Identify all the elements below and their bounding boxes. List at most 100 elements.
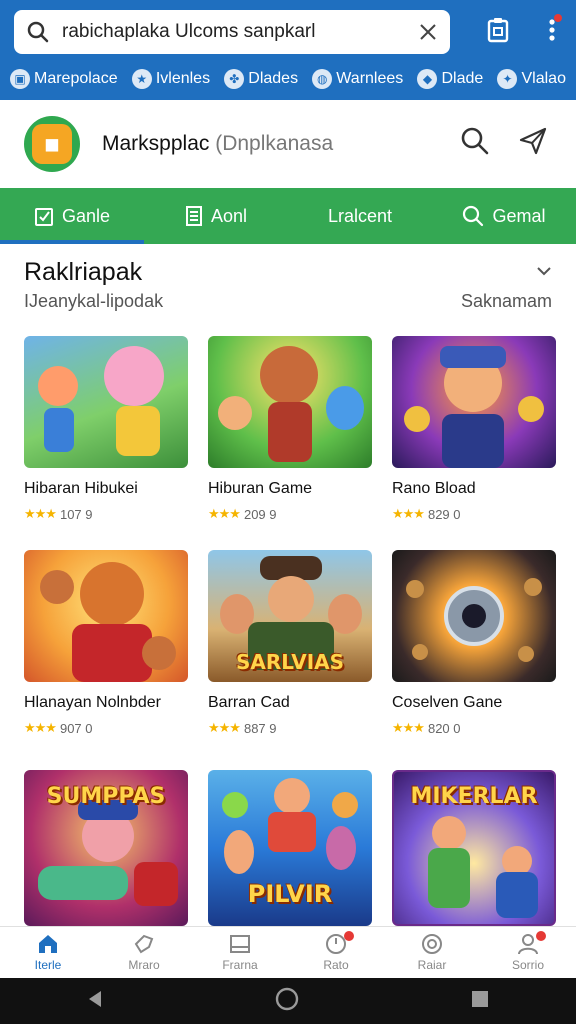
system-navigation-bar: [0, 978, 576, 1024]
search-input[interactable]: rabichaplaka Ulcoms sanpkarl: [62, 21, 406, 43]
tab-bar: Ganle Aonl Lralcent Gemal: [0, 188, 576, 244]
top-bar: rabichaplaka Ulcoms sanpkarl ▣ Marepolace…: [0, 0, 576, 100]
app-header: ◼ Markspplac (Dnplkanasa: [0, 100, 576, 188]
notification-dot: [554, 14, 562, 22]
recents-button[interactable]: [470, 989, 490, 1014]
app-screen: rabichaplaka Ulcoms sanpkarl ▣ Marepolace…: [0, 0, 576, 1024]
game-card[interactable]: Coselven Gane ★★★ 820 0: [392, 550, 556, 736]
bottom-navigation: Iterle Mraro Frarna Rato Raiar Sorrio: [0, 926, 576, 978]
nav-rato[interactable]: Rato: [288, 927, 384, 978]
game-title: Hlanayan Nolnbder: [24, 694, 161, 711]
game-rating: ★★★ 107 9: [24, 506, 93, 522]
search-icon: [461, 127, 489, 155]
game-card[interactable]: Hibaran Hibukei ★★★ 107 9: [24, 336, 188, 522]
search-bar[interactable]: rabichaplaka Ulcoms sanpkarl: [14, 10, 450, 54]
clipboard-button[interactable]: [484, 14, 512, 46]
tab-aonl[interactable]: Aonl: [144, 188, 288, 244]
game-banner-text: SUMPPAS: [46, 784, 166, 809]
home-button[interactable]: [275, 987, 299, 1016]
game-thumbnail: [392, 336, 556, 468]
circle-home-icon: [275, 987, 299, 1010]
category-item[interactable]: ✤ Dlades: [224, 69, 298, 89]
section-title: Raklriapak: [24, 258, 143, 286]
game-banner-text: MIKERLAR: [410, 784, 538, 809]
game-banner-text: SARLVIAS: [235, 650, 345, 674]
nav-frarna[interactable]: Frarna: [192, 927, 288, 978]
home-icon: [39, 935, 57, 953]
game-rating: ★★★ 887 9: [208, 720, 277, 736]
clipboard-icon: [487, 18, 509, 43]
game-title: Hibaran Hibukei: [24, 480, 138, 497]
clear-search-button[interactable]: [406, 22, 450, 42]
share-button[interactable]: [518, 126, 548, 161]
game-thumbnail: [24, 550, 188, 682]
search-icon: [463, 205, 484, 227]
star-rating-icon: ★★★: [24, 720, 57, 735]
app-logo: ◼: [24, 116, 80, 172]
game-thumbnail: SUMPPAS: [24, 770, 188, 926]
star-icon: ★: [131, 69, 152, 89]
square-recents-icon: [472, 990, 489, 1007]
frame-icon: [230, 935, 250, 953]
chevron-down-icon[interactable]: [536, 264, 552, 282]
game-card[interactable]: SARLVIAS Barran Cad ★★★ 887 9: [208, 550, 372, 736]
star-rating-icon: ★★★: [392, 506, 425, 521]
game-rating: ★★★ 820 0: [392, 720, 461, 736]
nav-mraro[interactable]: Mraro: [96, 927, 192, 978]
tag-icon: [134, 934, 154, 954]
tab-game[interactable]: Ganle: [0, 188, 144, 244]
tag-icon: ◆: [417, 69, 438, 89]
nav-home[interactable]: Iterle: [0, 927, 96, 978]
game-title: Hiburan Game: [208, 480, 313, 497]
nav-profile[interactable]: Sorrio: [480, 927, 576, 978]
category-item[interactable]: ◆ Dlade: [417, 69, 483, 89]
game-rating: ★★★ 209 9: [208, 506, 277, 522]
game-card[interactable]: MIKERLAR: [392, 770, 556, 926]
section-subtitle: IJeanykal-lipodak: [24, 291, 164, 311]
game-thumbnail: PILVIR: [208, 770, 372, 926]
game-thumbnail: SARLVIAS: [208, 550, 372, 682]
store-icon: ▣: [10, 69, 30, 89]
more-options-button[interactable]: [538, 14, 566, 46]
notification-dot: [536, 931, 546, 941]
star-rating-icon: ★★★: [208, 506, 241, 521]
document-icon: [185, 206, 202, 226]
send-icon: [519, 127, 547, 155]
game-banner-text: PILVIR: [247, 880, 333, 908]
tab-lralcent[interactable]: Lralcent: [288, 188, 432, 244]
star-rating-icon: ★★★: [392, 720, 425, 735]
game-rating: ★★★ 907 0: [24, 720, 93, 736]
tab-gemal[interactable]: Gemal: [432, 188, 576, 244]
category-item[interactable]: ▣ Marepolace: [10, 69, 118, 89]
search-icon: [14, 20, 62, 44]
category-item[interactable]: ◍ Warnlees: [312, 69, 403, 89]
game-card[interactable]: PILVIR: [208, 770, 372, 926]
clipboard-icon: [34, 208, 53, 226]
game-thumbnail: [392, 550, 556, 682]
game-card[interactable]: Hlanayan Nolnbder ★★★ 907 0: [24, 550, 188, 736]
game-title: Rano Bload: [392, 480, 476, 497]
game-card[interactable]: SUMPPAS: [24, 770, 188, 926]
game-thumbnail: [24, 336, 188, 468]
leaf-icon: ✤: [224, 69, 245, 89]
globe-icon: ◍: [312, 69, 333, 89]
section-see-all-link[interactable]: Saknamam: [461, 291, 552, 312]
category-item[interactable]: ★ Ivlenles: [131, 69, 210, 89]
target-icon: [422, 934, 442, 954]
category-bar: ▣ Marepolace ★ Ivlenles ✤ Dlades ◍ Warnlees …: [0, 62, 576, 96]
game-thumbnail: MIKERLAR: [392, 770, 556, 926]
game-title: Barran Cad: [208, 694, 290, 711]
game-rating: ★★★ 829 0: [392, 506, 461, 522]
game-card[interactable]: Rano Bload ★★★ 829 0: [392, 336, 556, 522]
game-card[interactable]: Hiburan Game ★★★ 209 9: [208, 336, 372, 522]
compass-icon: ✦: [497, 69, 518, 89]
app-title: Markspplac (Dnplkanasa: [102, 132, 334, 155]
star-rating-icon: ★★★: [208, 720, 241, 735]
back-button[interactable]: [86, 989, 104, 1014]
game-title: Coselven Gane: [392, 694, 503, 711]
back-icon: [88, 990, 101, 1007]
nav-raiar[interactable]: Raiar: [384, 927, 480, 978]
search-button[interactable]: [460, 126, 490, 161]
close-icon: [420, 24, 436, 40]
category-item[interactable]: ✦ Vlalao: [497, 69, 566, 89]
